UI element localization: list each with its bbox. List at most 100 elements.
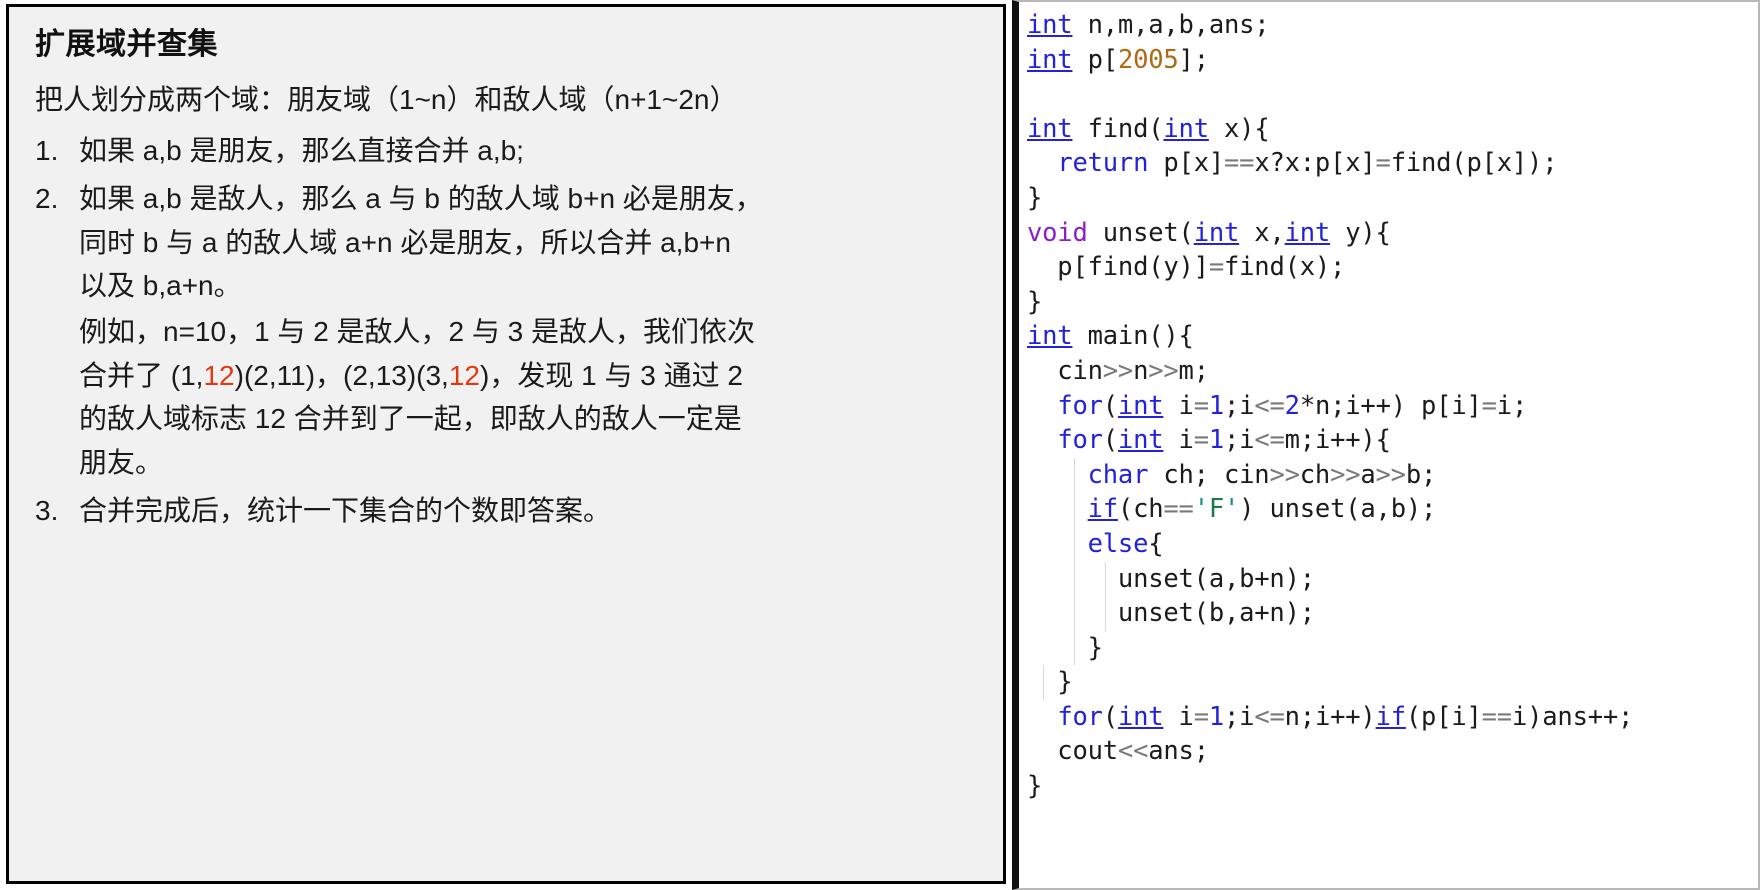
code-token: = bbox=[1208, 252, 1224, 283]
list-item-body: 如果 a,b 是敌人，那么 a 与 b 的敌人域 b+n 必是朋友， 同时 b … bbox=[79, 177, 977, 485]
code-token: F bbox=[1208, 494, 1225, 525]
code-token: >> bbox=[1330, 459, 1361, 490]
code-token: i bbox=[1163, 701, 1194, 732]
code-token: == bbox=[1163, 494, 1194, 525]
code-token: <= bbox=[1254, 701, 1285, 732]
list-item: 3. 合并完成后，统计一下集合的个数即答案。 bbox=[35, 489, 977, 533]
list-item: 1. 如果 a,b 是朋友，那么直接合并 a,b; bbox=[35, 129, 977, 173]
code-token: if bbox=[1087, 494, 1119, 525]
example-line-3: 的敌人域标志 12 合并到了一起，即敌人的敌人一定是 bbox=[79, 403, 742, 435]
code-token: ans; bbox=[1148, 736, 1209, 767]
code-token: return bbox=[1057, 148, 1149, 179]
list-item-line: 合并完成后，统计一下集合的个数即答案。 bbox=[79, 494, 612, 526]
example-text-post: )，发现 1 与 3 通过 2 bbox=[480, 359, 743, 391]
indent-guide bbox=[1104, 561, 1106, 597]
code-token: p[find(y)] bbox=[1027, 252, 1209, 283]
code-token: { bbox=[1148, 528, 1164, 559]
code-token: p[x] bbox=[1148, 148, 1224, 179]
code-token: void bbox=[1027, 217, 1088, 248]
code-token: >> bbox=[1148, 355, 1179, 386]
indent-guide bbox=[1074, 492, 1076, 527]
code-token: char bbox=[1087, 459, 1149, 490]
code-token: int bbox=[1117, 425, 1164, 456]
code-token: y){ bbox=[1330, 217, 1391, 248]
code-line: else{ bbox=[1027, 526, 1758, 562]
code-token: ' bbox=[1224, 494, 1240, 525]
code-token: for bbox=[1057, 390, 1103, 421]
code-token: 1 bbox=[1208, 390, 1225, 421]
list-item-number: 3. bbox=[35, 494, 59, 526]
list-item-body: 合并完成后，统计一下集合的个数即答案。 bbox=[79, 489, 977, 533]
code-line: char ch; cin>>ch>>a>>b; bbox=[1027, 457, 1758, 493]
code-token: int bbox=[1284, 217, 1331, 248]
code-token: 2 bbox=[1284, 390, 1300, 421]
code-line: } bbox=[1027, 181, 1758, 216]
code-token: int bbox=[1027, 321, 1073, 352]
code-token: find(x); bbox=[1223, 252, 1346, 283]
code-token: m;i++){ bbox=[1284, 425, 1391, 456]
code-line: } bbox=[1027, 665, 1758, 700]
code-token: for bbox=[1057, 425, 1103, 456]
code-token: n,m,a,b,ans; bbox=[1072, 10, 1270, 40]
code-token: unset(a,b+n); bbox=[1027, 563, 1315, 594]
page-title: 扩展域并查集 bbox=[35, 28, 218, 61]
note-list: 1. 如果 a,b 是朋友，那么直接合并 a,b; 2. 如果 a,b 是敌人，… bbox=[35, 129, 977, 532]
code-token: (ch bbox=[1117, 494, 1164, 525]
code-token: cin bbox=[1027, 355, 1103, 386]
code-token: b; bbox=[1405, 459, 1437, 490]
code-token: = bbox=[1375, 148, 1391, 179]
code-token: ch bbox=[1299, 459, 1331, 490]
code-token: ( bbox=[1102, 701, 1118, 732]
code-token: for bbox=[1057, 701, 1103, 732]
code-line: for(int i=1;i<=n;i++)if(p[i]==i)ans++; bbox=[1027, 700, 1758, 735]
code-token: n bbox=[1133, 355, 1149, 386]
code-token: } bbox=[1027, 286, 1043, 317]
indent-guide bbox=[1043, 665, 1045, 700]
code-token: ]; bbox=[1178, 44, 1210, 75]
code-token: i bbox=[1163, 390, 1194, 421]
code-token: i bbox=[1163, 425, 1194, 456]
code-token: ' bbox=[1193, 494, 1209, 525]
explanation-panel: 扩展域并查集 把人划分成两个域：朋友域（1~n）和敌人域（n+1~2n） 1. … bbox=[6, 4, 1006, 884]
code-token: int bbox=[1027, 10, 1073, 40]
code-token: << bbox=[1117, 736, 1149, 767]
code-token: i)ans++; bbox=[1511, 701, 1634, 732]
code-token: } bbox=[1027, 667, 1073, 698]
code-line: int find(int x){ bbox=[1027, 112, 1758, 147]
code-line: int p[2005]; bbox=[1027, 43, 1758, 78]
code-listing[interactable]: int n,m,a,b,ans; int p[2005]; int find(in… bbox=[1027, 8, 1758, 804]
list-item-line: 以及 b,a+n。 bbox=[79, 270, 242, 302]
example-text-mid: )(2,11)，(2,13)(3, bbox=[234, 359, 449, 391]
code-token: n;i++) bbox=[1284, 701, 1376, 732]
code-line: int main(){ bbox=[1027, 319, 1758, 354]
code-token: } bbox=[1027, 632, 1103, 663]
code-token: int bbox=[1117, 701, 1164, 732]
code-line: p[find(y)]=find(x); bbox=[1027, 250, 1758, 285]
code-token: int bbox=[1163, 113, 1209, 144]
code-token: else bbox=[1087, 528, 1149, 559]
code-token: >> bbox=[1375, 459, 1407, 490]
code-token: == bbox=[1481, 701, 1513, 732]
code-token: int bbox=[1027, 113, 1073, 144]
code-token: 1 bbox=[1208, 425, 1225, 456]
code-token: cout bbox=[1027, 736, 1118, 767]
indent-guide bbox=[1074, 457, 1076, 493]
code-panel[interactable]: int n,m,a,b,ans; int p[2005]; int find(in… bbox=[1012, 0, 1760, 890]
example-line-4: 朋友。 bbox=[79, 446, 164, 478]
code-token: ch; cin bbox=[1148, 459, 1270, 490]
code-token: <= bbox=[1254, 390, 1285, 421]
code-line: } bbox=[1027, 769, 1758, 804]
slide-root: 扩展域并查集 把人划分成两个域：朋友域（1~n）和敌人域（n+1~2n） 1. … bbox=[0, 0, 1760, 890]
example-text-pre: 合并了 (1, bbox=[79, 359, 204, 391]
code-token: >> bbox=[1102, 355, 1134, 386]
code-token: = bbox=[1481, 390, 1497, 421]
code-token: ;i bbox=[1224, 701, 1255, 732]
code-token: = bbox=[1193, 425, 1209, 456]
code-token: = bbox=[1193, 390, 1209, 421]
code-token: unset(b,a+n); bbox=[1027, 598, 1315, 629]
